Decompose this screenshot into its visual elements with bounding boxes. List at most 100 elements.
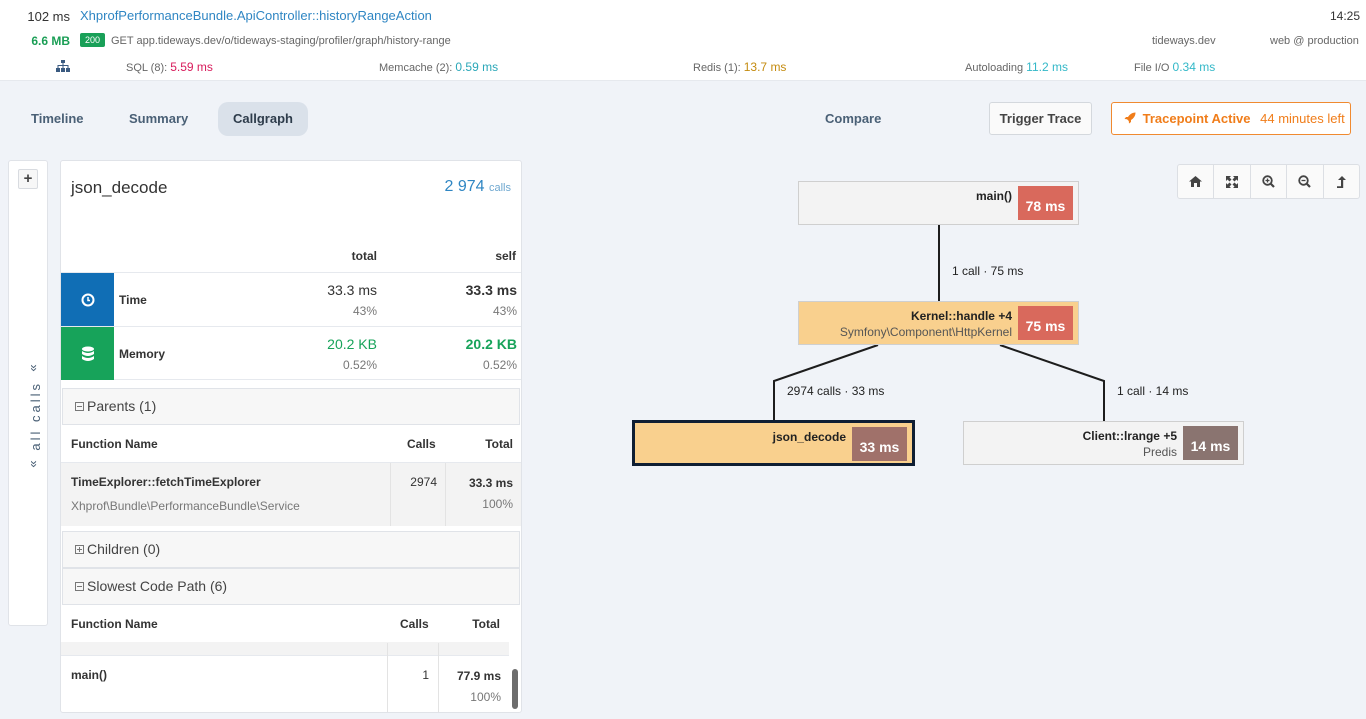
clock-icon: [61, 273, 114, 326]
row-total: 77.9 ms: [456, 669, 501, 683]
row-function[interactable]: main(): [71, 668, 107, 682]
memory-self: 20.2 KB: [465, 336, 517, 352]
metric-autoloading-value: 11.2 ms: [1026, 60, 1068, 74]
column-function-name[interactable]: Function Name: [71, 437, 158, 451]
memory-stat-row: Memory 20.2 KB 0.52% 20.2 KB 0.52%: [61, 326, 521, 380]
children-section-toggle[interactable]: Children (0): [62, 531, 520, 568]
sitemap-icon[interactable]: [56, 60, 70, 72]
memory-label: Memory: [119, 347, 166, 361]
database-icon: [61, 327, 114, 380]
function-calls-count: 2 974 calls: [444, 178, 511, 196]
metric-sql-label: SQL (8):: [126, 62, 168, 74]
memory-total-pct: 0.52%: [342, 358, 377, 372]
metric-autoloading-label: Autoloading: [965, 62, 1024, 74]
request-memory: 6.6 MB: [31, 34, 70, 48]
callgraph-edge: [999, 344, 1105, 421]
column-total[interactable]: Total: [485, 437, 513, 451]
slowest-path-title: Slowest Code Path (6): [87, 578, 228, 594]
request-url: GET app.tideways.dev/o/tideways-staging/…: [111, 35, 451, 47]
parents-section-toggle[interactable]: Parents (1): [62, 388, 520, 425]
callgraph-node-json[interactable]: json_decode 33 ms: [632, 420, 915, 466]
metric-file-io-value: 0.34 ms: [1172, 60, 1216, 74]
collapse-icon: [75, 402, 84, 411]
node-cost: 78 ms: [1018, 186, 1073, 220]
callgraph-node-main[interactable]: main() 78 ms: [798, 181, 1079, 225]
row-function[interactable]: TimeExplorer::fetchTimeExplorer: [71, 475, 261, 489]
table-row-spacer: [61, 642, 509, 655]
metric-redis[interactable]: Redis (1): 13.7 ms: [693, 60, 786, 74]
metric-autoloading[interactable]: Autoloading 11.2 ms: [965, 60, 1068, 74]
time-label: Time: [119, 293, 147, 307]
function-name: json_decode: [71, 178, 168, 197]
tracepoint-label: Tracepoint Active: [1142, 111, 1251, 126]
node-cost: 33 ms: [852, 427, 907, 461]
request-time: 14:25: [1329, 9, 1360, 23]
metric-sql[interactable]: SQL (8): 5.59 ms: [126, 60, 213, 74]
request-duration: 102 ms: [27, 9, 70, 24]
node-function-name: json_decode: [772, 430, 846, 444]
column-function-name[interactable]: Function Name: [71, 617, 158, 631]
edge-label: 1 call · 75 ms: [952, 264, 1024, 278]
memory-self-pct: 0.52%: [482, 358, 517, 372]
scrollbar[interactable]: [512, 669, 518, 709]
calls-unit: calls: [488, 182, 511, 194]
row-calls: 1: [422, 668, 429, 682]
all-calls-rail[interactable]: + » all calls »: [8, 160, 48, 626]
row-pct: 100%: [470, 690, 501, 704]
tab-compare[interactable]: Compare: [809, 102, 897, 136]
callgraph-node-client[interactable]: Client::lrange +5 Predis 14 ms: [963, 421, 1244, 465]
node-function-name: main(): [976, 189, 1012, 203]
slowest-path-section-toggle[interactable]: Slowest Code Path (6): [62, 568, 520, 605]
transaction-title-link[interactable]: XhprofPerformanceBundle.ApiController::h…: [80, 8, 432, 23]
expand-icon: [75, 545, 84, 554]
table-row[interactable]: main() 1 77.9 ms 100%: [61, 643, 509, 712]
time-total: 33.3 ms: [327, 282, 377, 298]
metric-file-io[interactable]: File I/O 0.34 ms: [1134, 60, 1215, 74]
node-namespace: Symfony\Component\HttpKernel: [839, 325, 1012, 339]
row-namespace: Xhprof\Bundle\PerformanceBundle\Service: [71, 499, 300, 513]
callgraph-edge: [773, 344, 879, 421]
edge-label: 1 call · 14 ms: [1117, 384, 1189, 398]
chevron-double-icon: »: [27, 460, 42, 468]
cell-divider: [387, 643, 388, 712]
trigger-trace-button[interactable]: Trigger Trace: [989, 102, 1092, 135]
children-title: Children (0): [87, 541, 161, 557]
all-calls-toggle[interactable]: » all calls »: [27, 361, 43, 471]
metric-file-io-label: File I/O: [1134, 62, 1170, 74]
all-calls-label: all calls: [28, 381, 43, 451]
tab-summary[interactable]: Summary: [113, 102, 204, 136]
time-self: 33.3 ms: [465, 282, 517, 298]
function-detail-panel: json_decode 2 974 calls total self Time …: [60, 160, 522, 713]
table-row[interactable]: TimeExplorer::fetchTimeExplorer Xhprof\B…: [61, 462, 521, 526]
expand-button[interactable]: +: [18, 169, 38, 189]
cell-divider: [445, 463, 446, 526]
row-pct: 100%: [482, 497, 513, 511]
edge-label: 2974 calls · 33 ms: [787, 384, 885, 398]
column-total: total: [351, 249, 377, 263]
node-function-name: Client::lrange +5: [1082, 429, 1177, 443]
tab-callgraph[interactable]: Callgraph: [218, 102, 308, 136]
tab-timeline[interactable]: Timeline: [15, 102, 100, 136]
tracepoint-active-button[interactable]: Tracepoint Active 44 minutes left: [1111, 102, 1351, 135]
node-function-name: Kernel::handle +4: [910, 309, 1012, 323]
metric-memcache[interactable]: Memcache (2): 0.59 ms: [379, 60, 498, 74]
chevron-double-icon: »: [27, 364, 42, 372]
environment-label: web @ production: [1270, 35, 1359, 47]
callgraph-node-kernel[interactable]: Kernel::handle +4Symfony\Component\HttpK…: [798, 301, 1079, 345]
status-badge: 200: [80, 33, 106, 47]
metric-memcache-value: 0.59 ms: [455, 60, 499, 74]
cell-divider: [390, 463, 391, 526]
column-calls[interactable]: Calls: [407, 437, 436, 451]
callgraph-canvas[interactable]: 1 call · 75 ms 2974 calls · 33 ms 1 call ·…: [530, 150, 1360, 710]
time-self-pct: 43%: [492, 304, 517, 318]
profile-header: 102 ms XhprofPerformanceBundle.ApiContro…: [0, 0, 1366, 81]
metric-memcache-label: Memcache (2):: [379, 62, 453, 74]
node-cost: 75 ms: [1018, 306, 1073, 340]
row-total: 33.3 ms: [468, 476, 513, 490]
column-total[interactable]: Total: [472, 617, 500, 631]
rocket-icon: [1124, 112, 1136, 124]
column-self: self: [495, 249, 516, 263]
column-calls[interactable]: Calls: [400, 617, 429, 631]
metric-redis-label: Redis (1):: [693, 62, 741, 74]
host-label: tideways.dev: [1152, 35, 1216, 47]
